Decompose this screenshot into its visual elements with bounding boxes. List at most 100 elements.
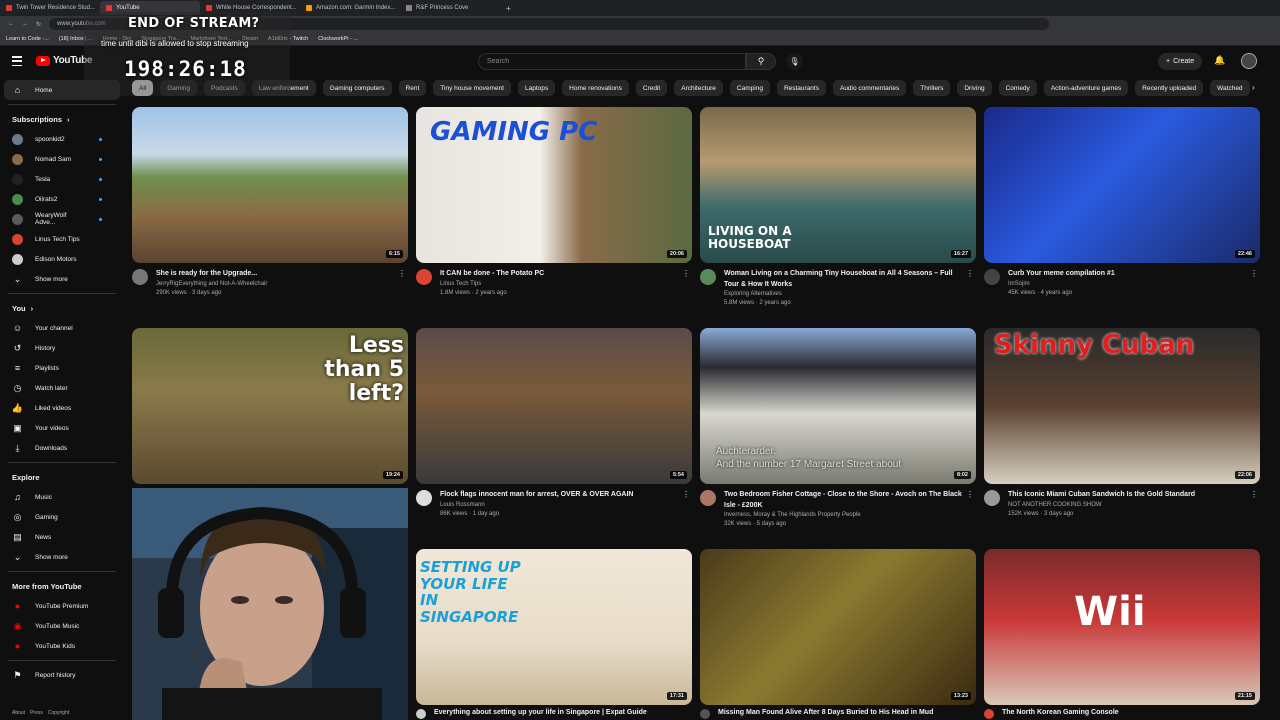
channel-avatar[interactable] bbox=[700, 709, 710, 719]
sidebar-item-news[interactable]: ▤ News bbox=[0, 527, 124, 547]
footer-link[interactable]: Copyright bbox=[48, 710, 69, 716]
video-card[interactable]: 5:54 Flock flags innocent man for arrest,… bbox=[416, 328, 692, 519]
notifications-bell-icon[interactable]: 🔔 bbox=[1214, 55, 1225, 66]
video-title[interactable]: It CAN be done - The Potato PC bbox=[440, 269, 678, 280]
sidebar-item-music[interactable]: ♫ Music bbox=[0, 487, 124, 507]
search-button[interactable]: ⚲ bbox=[746, 53, 776, 70]
video-card[interactable]: Skinny Cuban 22:06 This Iconic Miami Cuban… bbox=[984, 328, 1260, 519]
sidebar-item-subscription[interactable]: Nomad Sam bbox=[0, 149, 124, 169]
chip-recently-uploaded[interactable]: Recently uploaded bbox=[1135, 80, 1204, 96]
chip-camping[interactable]: Camping bbox=[729, 80, 770, 96]
chip-architecture[interactable]: Architecture bbox=[674, 80, 723, 96]
video-card[interactable]: SETTING UP YOUR LIFE IN SINGAPORE 17:31 Ev… bbox=[416, 549, 692, 719]
account-avatar[interactable] bbox=[1241, 53, 1257, 69]
sidebar-item-subscription[interactable]: WearyWolf Adve... bbox=[0, 209, 124, 229]
sidebar-item-report-history[interactable]: ⚑ Report history bbox=[0, 665, 124, 685]
browser-tab[interactable]: R&F Princess Cove bbox=[400, 1, 500, 15]
sidebar-item-subscription[interactable]: Linus Tech Tips bbox=[0, 229, 124, 249]
sidebar-item-subscription[interactable]: spoonkid2 bbox=[0, 129, 124, 149]
video-title[interactable]: Everything about setting up your life in… bbox=[434, 709, 647, 719]
more-options-icon[interactable]: ⋮ bbox=[1250, 269, 1258, 278]
voice-search-button[interactable]: 🎙 bbox=[786, 53, 803, 70]
sidebar-item-subscription[interactable]: Oilrats2 bbox=[0, 189, 124, 209]
forward-icon[interactable]: → bbox=[22, 21, 28, 27]
video-title[interactable]: This Iconic Miami Cuban Sandwich Is the … bbox=[1008, 490, 1246, 501]
video-title[interactable]: Curb Your meme compilation #1 bbox=[1008, 269, 1246, 280]
channel-avatar[interactable] bbox=[416, 490, 432, 506]
channel-avatar[interactable] bbox=[132, 269, 148, 285]
video-card[interactable]: 8:02 Two Bedroom Fisher Cottage - Close t… bbox=[700, 328, 976, 529]
more-options-icon[interactable]: ⋮ bbox=[966, 269, 974, 278]
more-options-icon[interactable]: ⋮ bbox=[966, 490, 974, 499]
video-card[interactable]: 22:46 Curb Your meme compilation #1 ImSoji… bbox=[984, 107, 1260, 298]
channel-name[interactable]: Linus Tech Tips bbox=[440, 280, 678, 289]
channel-name[interactable]: Exploring Alternatives bbox=[724, 290, 962, 299]
channel-avatar[interactable] bbox=[984, 269, 1000, 285]
channel-avatar[interactable] bbox=[984, 709, 994, 719]
footer-link[interactable]: Press bbox=[30, 710, 43, 716]
sidebar-item-youtube-kids[interactable]: ● YouTube Kids bbox=[0, 636, 124, 656]
bookmark[interactable]: ClockworkPi - ... bbox=[318, 36, 358, 42]
sidebar-item-youtube-premium[interactable]: ● YouTube Premium bbox=[0, 596, 124, 616]
channel-name[interactable]: Louis Rossmann bbox=[440, 501, 678, 510]
channel-avatar[interactable] bbox=[984, 490, 1000, 506]
sidebar-item-subscription[interactable]: Tesla bbox=[0, 169, 124, 189]
chip-restaurants[interactable]: Restaurants bbox=[776, 80, 826, 96]
show-more-subscriptions[interactable]: ⌄ Show more bbox=[0, 269, 124, 289]
video-title[interactable]: Woman Living on a Charming Tiny Houseboa… bbox=[724, 269, 962, 290]
more-options-icon[interactable]: ⋮ bbox=[1250, 490, 1258, 499]
search-input[interactable]: Search bbox=[478, 53, 746, 70]
video-thumbnail[interactable]: SETTING UP YOUR LIFE IN SINGAPORE 17:31 bbox=[416, 549, 692, 705]
reload-icon[interactable]: ↻ bbox=[36, 21, 41, 28]
create-button[interactable]: + Create bbox=[1158, 53, 1203, 70]
video-thumbnail[interactable]: 22:46 bbox=[984, 107, 1260, 263]
sidebar-item-gaming[interactable]: ◎ Gaming bbox=[0, 507, 124, 527]
video-title[interactable]: She is ready for the Upgrade... bbox=[156, 269, 394, 280]
video-card[interactable]: 13:23 Missing Man Found Alive After 8 Day… bbox=[700, 549, 976, 719]
channel-avatar[interactable] bbox=[416, 269, 432, 285]
video-card[interactable]: 6:15 She is ready for the Upgrade... Jerry… bbox=[132, 107, 408, 298]
video-thumbnail[interactable]: 13:23 bbox=[700, 549, 976, 705]
bookmark[interactable]: Learn to Code -... bbox=[6, 36, 49, 42]
video-card[interactable]: Wii 21:15 The North Korean Gaming Console bbox=[984, 549, 1260, 719]
channel-name[interactable]: NOT ANOTHER COOKING SHOW bbox=[1008, 501, 1246, 510]
footer-link[interactable]: About bbox=[12, 710, 25, 716]
video-title[interactable]: Flock flags innocent man for arrest, OVE… bbox=[440, 490, 678, 501]
channel-name[interactable]: Inverness, Moray & The Highlands Propert… bbox=[724, 511, 962, 520]
more-options-icon[interactable]: ⋮ bbox=[682, 490, 690, 499]
chip-home-renovations[interactable]: Home renovations bbox=[562, 80, 629, 96]
video-thumbnail[interactable]: Skinny Cuban 22:06 bbox=[984, 328, 1260, 484]
sidebar-item-liked-videos[interactable]: 👍 Liked videos bbox=[0, 398, 124, 418]
sidebar-item-your-channel[interactable]: ☺ Your channel bbox=[0, 318, 124, 338]
video-thumbnail[interactable]: Wii 21:15 bbox=[984, 549, 1260, 705]
chip-rent[interactable]: Rent bbox=[398, 80, 427, 96]
video-thumbnail[interactable]: 6:15 bbox=[132, 107, 408, 263]
chip-thrillers[interactable]: Thrillers bbox=[913, 80, 951, 96]
chip-comedy[interactable]: Comedy bbox=[998, 80, 1037, 96]
browser-tab[interactable]: Amazon.com: Garmin Index... bbox=[300, 1, 400, 15]
sidebar-item-history[interactable]: ↺ History bbox=[0, 338, 124, 358]
sidebar-item-youtube-music[interactable]: ◉ YouTube Music bbox=[0, 616, 124, 636]
chip-credit[interactable]: Credit bbox=[635, 80, 668, 96]
show-more-explore[interactable]: ⌄ Show more bbox=[0, 547, 124, 567]
sidebar-item-your-videos[interactable]: ▣ Your videos bbox=[0, 418, 124, 438]
channel-name[interactable]: JerryRigEverything and Not-A-Wheelchair bbox=[156, 280, 394, 289]
chip-watched[interactable]: Watched bbox=[1210, 80, 1250, 96]
more-options-icon[interactable]: ⋮ bbox=[682, 269, 690, 278]
sidebar-item-watch-later[interactable]: ◷ Watch later bbox=[0, 378, 124, 398]
back-icon[interactable]: ← bbox=[8, 21, 14, 27]
chip-gaming-computers[interactable]: Gaming computers bbox=[322, 80, 392, 96]
chip-tiny-house-movement[interactable]: Tiny house movement bbox=[433, 80, 511, 96]
more-options-icon[interactable]: ⋮ bbox=[398, 269, 406, 278]
video-title[interactable]: Missing Man Found Alive After 8 Days Bur… bbox=[718, 709, 933, 719]
you-heading[interactable]: You › bbox=[0, 298, 124, 318]
video-thumbnail[interactable]: LIVING ON A HOUSEBOAT 16:27 bbox=[700, 107, 976, 263]
video-card[interactable]: LIVING ON A HOUSEBOAT 16:27 Woman Living o… bbox=[700, 107, 976, 308]
video-title[interactable]: Two Bedroom Fisher Cottage - Close to th… bbox=[724, 490, 962, 511]
sidebar-item-downloads[interactable]: ⤓ Downloads bbox=[0, 438, 124, 458]
channel-name[interactable]: ImSojim bbox=[1008, 280, 1246, 289]
sidebar-item-playlists[interactable]: ≡ Playlists bbox=[0, 358, 124, 378]
subscriptions-heading[interactable]: Subscriptions › bbox=[0, 109, 124, 129]
menu-icon[interactable] bbox=[12, 56, 22, 66]
video-card[interactable]: GAMING PC 20:06 It CAN be done - The Potat… bbox=[416, 107, 692, 298]
